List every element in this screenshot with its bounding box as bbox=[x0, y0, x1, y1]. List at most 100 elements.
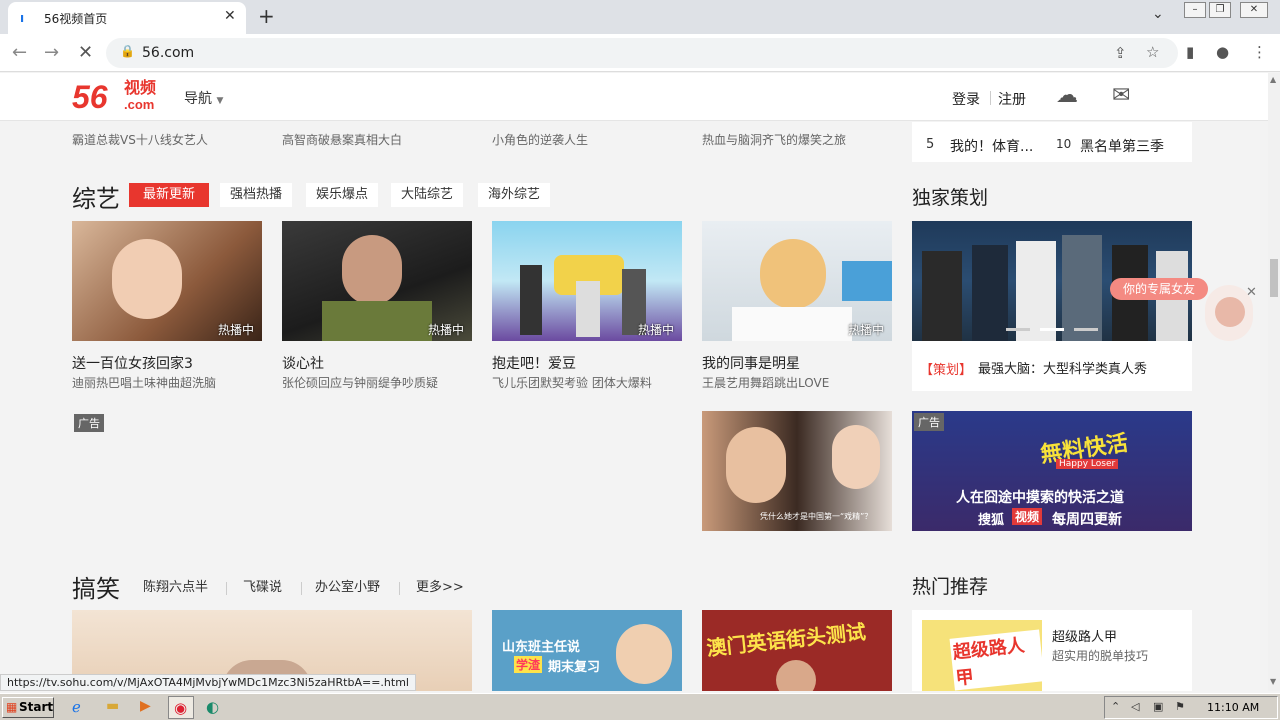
variety-clip-thumb[interactable]: 凭什么她才是中国第一“戏精”？ bbox=[702, 411, 892, 531]
thumb-person bbox=[1062, 235, 1102, 341]
rank-item[interactable]: 黑名单第三季 bbox=[1080, 136, 1164, 156]
top-row-desc-2[interactable]: 高智商破悬案真相大白 bbox=[282, 131, 402, 148]
tab-chenxiang[interactable]: 陈翔六点半 bbox=[133, 576, 218, 600]
variety-section-title[interactable]: 综艺 bbox=[72, 179, 120, 214]
variety-card-3-title[interactable]: 抱走吧！爱豆 bbox=[492, 353, 576, 373]
rank-number: 10 bbox=[1056, 137, 1072, 151]
funny-card-3-thumb[interactable]: 澳门英语街头测试 bbox=[702, 610, 892, 691]
variety-card-1-thumb[interactable]: 热播中 bbox=[72, 221, 262, 341]
flag-icon[interactable]: ⚑ bbox=[1175, 700, 1185, 713]
thumb-face bbox=[616, 624, 672, 684]
lock-icon[interactable]: 🔒 bbox=[120, 44, 135, 58]
variety-card-2-title[interactable]: 谈心社 bbox=[282, 353, 324, 373]
tab-latest[interactable]: 最新更新 bbox=[129, 183, 210, 207]
top-row-desc-4[interactable]: 热血与脑洞齐飞的爆笑之旅 bbox=[702, 131, 846, 148]
float-widget-label[interactable]: 你的专属女友 bbox=[1110, 278, 1208, 300]
hot-item-title: 超级路人甲 bbox=[1052, 630, 1118, 645]
register-link[interactable]: 注册 bbox=[998, 89, 1026, 109]
new-tab-icon[interactable]: + bbox=[258, 4, 275, 28]
page-scrollbar[interactable]: ▲ ▼ bbox=[1268, 73, 1280, 691]
hot-item[interactable]: 超级路人甲 超级路人甲 超实用的脱单技巧 bbox=[912, 610, 1192, 691]
media-player-icon[interactable]: ▶ bbox=[140, 698, 151, 714]
ie-icon[interactable]: ℯ bbox=[72, 698, 81, 716]
tab-ent[interactable]: 娱乐爆点 bbox=[306, 183, 379, 207]
variety-card-4-title[interactable]: 我的同事是明星 bbox=[702, 353, 800, 373]
window-close-icon[interactable]: ✕ bbox=[1240, 2, 1268, 18]
upload-cloud-icon[interactable]: ☁ bbox=[1056, 83, 1078, 108]
logo-number: 56 bbox=[72, 79, 108, 115]
top-row-desc-3[interactable]: 小角色的逆袭人生 bbox=[492, 131, 588, 148]
close-tab-icon[interactable]: ✕ bbox=[224, 8, 236, 24]
rank-item[interactable]: 我的！体育... bbox=[950, 136, 1033, 156]
site-logo[interactable]: 56 视频 .com bbox=[72, 79, 156, 116]
exclusive-caption-box[interactable]: 【策划】 最强大脑：大型科学类真人秀 bbox=[912, 341, 1192, 391]
scroll-down-icon[interactable]: ▼ bbox=[1270, 677, 1276, 686]
status-url: https://tv.sohu.com/v/MjAxOTA4MjMvbjYwMD… bbox=[0, 674, 416, 691]
network-icon[interactable]: ▣ bbox=[1153, 700, 1163, 713]
login-link[interactable]: 登录 bbox=[952, 89, 980, 109]
hot-item-thumb: 超级路人甲 bbox=[922, 620, 1042, 691]
profile-icon[interactable]: ● bbox=[1216, 43, 1229, 61]
web-page: 56 视频 .com 导航 ▼ 登录 注册 ☁ ✉ 霸道总裁VS十八线女艺人 高… bbox=[0, 73, 1268, 691]
nav-dropdown[interactable]: 导航 ▼ bbox=[184, 88, 223, 108]
address-url[interactable]: 56.com bbox=[142, 45, 194, 61]
scroll-thumb[interactable] bbox=[1270, 259, 1278, 297]
tab-search-chevron-icon[interactable]: ⌄ bbox=[1152, 6, 1164, 22]
variety-card-3-thumb[interactable]: 热播中 bbox=[492, 221, 682, 341]
tab-overseas[interactable]: 海外综艺 bbox=[478, 183, 551, 207]
explorer-folder-icon[interactable]: ▬ bbox=[106, 698, 119, 714]
tab-mainland[interactable]: 大陆综艺 bbox=[391, 183, 464, 207]
funny-section-title[interactable]: 搞笑 bbox=[72, 569, 120, 604]
thumb-text: 山东班主任说 bbox=[502, 640, 581, 655]
edge-icon[interactable]: ◐ bbox=[206, 698, 219, 716]
back-icon[interactable]: ← bbox=[12, 42, 27, 63]
variety-card-4-thumb[interactable]: 热播中 bbox=[702, 221, 892, 341]
thumb-face bbox=[760, 239, 826, 309]
restore-icon[interactable]: ❐ bbox=[1209, 2, 1231, 18]
funny-card-2-thumb[interactable]: 山东班主任说 学渣 期末复习 bbox=[492, 610, 682, 691]
variety-card-1-title[interactable]: 送一百位女孩回家3 bbox=[72, 353, 193, 373]
volume-icon[interactable]: ◁ bbox=[1131, 700, 1139, 713]
start-button[interactable]: ▦ Start bbox=[2, 697, 54, 718]
exclusive-text: 最强大脑：大型科学类真人秀 bbox=[978, 362, 1148, 377]
scroll-up-icon[interactable]: ▲ bbox=[1270, 75, 1276, 84]
variety-card-4-desc[interactable]: 王晨艺用舞蹈跳出LOVE bbox=[702, 374, 829, 391]
thumb-person bbox=[922, 251, 962, 341]
top-row-desc-1[interactable]: 霸道总裁VS十八线女艺人 bbox=[72, 131, 208, 148]
variety-card-1-desc[interactable]: 迪丽热巴唱土味神曲超洗脑 bbox=[72, 374, 216, 391]
tab-office[interactable]: 办公室小野 bbox=[305, 576, 390, 600]
minimize-icon[interactable]: – bbox=[1184, 2, 1206, 18]
side-panel-icon[interactable]: ▮ bbox=[1186, 43, 1194, 61]
share-icon[interactable]: ⇪ bbox=[1114, 44, 1127, 62]
float-close-icon[interactable]: ✕ bbox=[1246, 285, 1257, 300]
thumb-text: 学渣 bbox=[514, 656, 543, 673]
browser-tab[interactable]: ı 56视频首页 ✕ bbox=[8, 2, 246, 34]
address-bar[interactable]: 🔒 56.com ⇪ ☆ bbox=[106, 38, 1178, 68]
mail-icon[interactable]: ✉ bbox=[1112, 83, 1130, 108]
more-link[interactable]: 更多>> bbox=[406, 576, 474, 600]
exclusive-title[interactable]: 独家策划 bbox=[912, 183, 988, 210]
hot-badge: 热播中 bbox=[217, 323, 254, 337]
hot-title[interactable]: 热门推荐 bbox=[912, 572, 988, 599]
carousel-dot[interactable] bbox=[1074, 328, 1098, 331]
tab-feidie[interactable]: 飞碟说 bbox=[233, 576, 292, 600]
tab-hot[interactable]: 强档热播 bbox=[220, 183, 293, 207]
site-header: 56 视频 .com 导航 ▼ 登录 注册 ☁ ✉ bbox=[0, 73, 1268, 121]
thumb-face bbox=[112, 239, 182, 319]
nav-label: 导航 bbox=[184, 91, 212, 107]
variety-card-3-desc[interactable]: 飞儿乐团默契考验 团体大爆料 bbox=[492, 374, 652, 391]
stop-loading-icon[interactable]: ✕ bbox=[78, 42, 93, 63]
carousel-dot[interactable] bbox=[1006, 328, 1030, 331]
tray-expand-icon[interactable]: ⌃ bbox=[1111, 700, 1120, 713]
menu-kebab-icon[interactable]: ⋮ bbox=[1252, 43, 1267, 61]
bookmark-star-icon[interactable]: ☆ bbox=[1146, 43, 1159, 61]
variety-card-2-thumb[interactable]: 热播中 bbox=[282, 221, 472, 341]
clock[interactable]: 11:10 AM bbox=[1207, 701, 1259, 714]
exclusive-ad-banner[interactable]: 广告 無料快活 Happy Loser 人在囧途中摸索的快活之道 搜狐 视频 每… bbox=[912, 411, 1192, 531]
carousel-dot-active[interactable] bbox=[1040, 328, 1064, 331]
forward-icon[interactable]: → bbox=[44, 42, 59, 63]
variety-card-2-desc[interactable]: 张伦硕回应与钟丽缇争吵质疑 bbox=[282, 374, 438, 391]
system-tray: ⌃ ◁ ▣ ⚑ 11:10 AM bbox=[1104, 696, 1278, 719]
chrome-taskbar-button[interactable]: ◉ bbox=[168, 696, 194, 719]
ad-label: 广告 bbox=[914, 413, 944, 431]
